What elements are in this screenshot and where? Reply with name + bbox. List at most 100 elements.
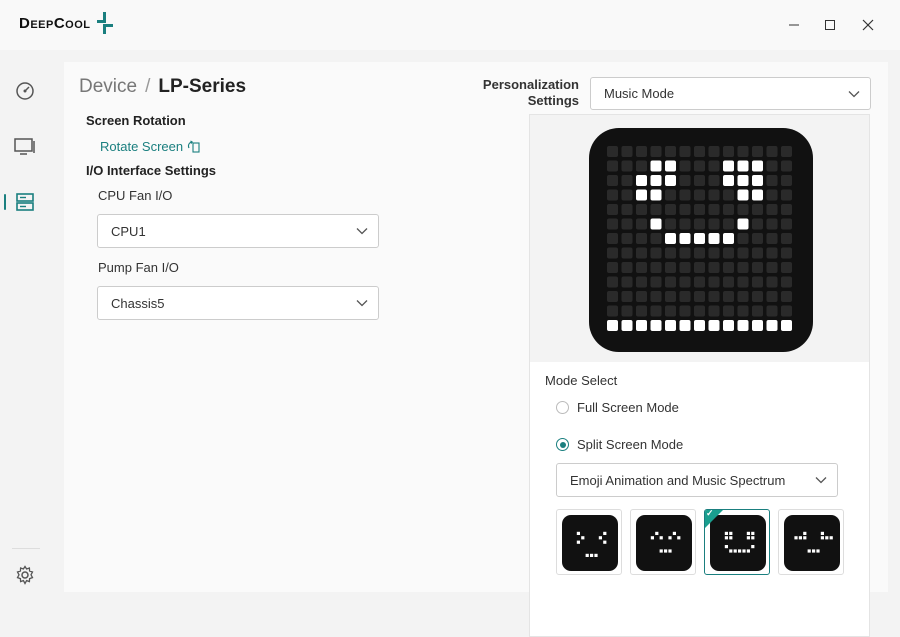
led-pixel-off xyxy=(694,247,705,259)
radio-button[interactable] xyxy=(556,401,569,414)
led-pixel-off xyxy=(694,291,705,302)
led-pixel-on xyxy=(665,233,676,244)
led-pixel-off xyxy=(737,247,749,259)
led-pixel-off xyxy=(650,291,662,302)
mini-led-pixel xyxy=(655,531,659,535)
led-pixel-off xyxy=(766,247,778,259)
led-pixel-on xyxy=(723,160,734,172)
maximize-icon xyxy=(825,20,835,30)
breadcrumb: Device / LP-Series xyxy=(79,76,246,98)
led-pixel-off xyxy=(679,305,691,317)
led-pixel-off xyxy=(607,291,618,302)
led-pixel-off xyxy=(607,175,618,186)
cpu-fan-label: CPU Fan I/O xyxy=(98,188,173,203)
led-pixel-off xyxy=(636,262,647,273)
emoji-thumbnail-neutral[interactable] xyxy=(778,509,844,575)
full-screen-mode-label: Full Screen Mode xyxy=(577,400,679,415)
led-pixel-off xyxy=(708,218,720,230)
led-pixel-off xyxy=(607,262,618,273)
preview-card: Mode Select Full Screen Mode Split Scree… xyxy=(529,114,870,637)
mini-led-pixel xyxy=(812,549,816,553)
led-pixel-on xyxy=(607,320,618,331)
led-pixel-on xyxy=(665,160,676,172)
led-pixel-off xyxy=(766,160,778,172)
led-pixel-off xyxy=(694,146,705,157)
maximize-button[interactable] xyxy=(820,15,840,35)
led-pixel-off xyxy=(781,305,792,317)
led-pixel-off xyxy=(621,189,633,201)
led-pixel-on xyxy=(621,320,633,331)
led-pixel-off xyxy=(636,247,647,259)
rotate-screen-link[interactable]: Rotate Screen xyxy=(100,139,201,154)
led-pixel-off xyxy=(766,189,778,201)
led-pixel-off xyxy=(752,262,763,273)
rotate-screen-label: Rotate Screen xyxy=(100,139,184,154)
close-button[interactable] xyxy=(858,15,878,35)
led-pixel-off xyxy=(723,247,734,259)
mini-led-pixel xyxy=(738,549,742,553)
led-pixel-off xyxy=(621,175,633,186)
led-pixel-off xyxy=(723,305,734,317)
led-pixel-on xyxy=(636,175,647,186)
mini-led-pixel xyxy=(829,536,833,540)
cpu-fan-select[interactable]: CPU1 xyxy=(97,214,379,248)
breadcrumb-parent[interactable]: Device xyxy=(79,76,137,98)
emoji-thumbnail-smile[interactable]: ✓ xyxy=(704,509,770,575)
led-pixel-off xyxy=(621,247,633,259)
mini-led-pixel xyxy=(664,549,668,553)
led-pixel-off xyxy=(723,204,734,215)
led-pixel-off xyxy=(650,276,662,288)
led-pixel-off xyxy=(708,175,720,186)
led-pixel-off xyxy=(607,189,618,201)
led-pixel-off xyxy=(621,204,633,215)
mini-led-pixel xyxy=(581,536,585,540)
led-pixel-off xyxy=(781,146,792,157)
led-pixel-off xyxy=(781,175,792,186)
full-screen-mode-radio[interactable]: Full Screen Mode xyxy=(556,400,679,415)
emoji-thumbnail-happy[interactable] xyxy=(630,509,696,575)
close-icon xyxy=(862,19,874,31)
led-pixel-off xyxy=(723,291,734,302)
led-pixel-off xyxy=(607,204,618,215)
mini-led-pixel xyxy=(746,536,750,540)
personalization-select[interactable]: Music Mode xyxy=(590,77,871,110)
led-pixel-off xyxy=(665,276,676,288)
led-pixel-off xyxy=(752,276,763,288)
mini-led-pixel xyxy=(603,540,607,544)
pump-fan-select[interactable]: Chassis5 xyxy=(97,286,379,320)
screen-rotation-title: Screen Rotation xyxy=(86,113,186,128)
led-pixel-off xyxy=(665,218,676,230)
split-mode-value: Emoji Animation and Music Spectrum xyxy=(570,472,786,488)
split-screen-mode-radio[interactable]: Split Screen Mode xyxy=(556,437,683,452)
led-pixel-off xyxy=(650,262,662,273)
led-pixel-off xyxy=(752,218,763,230)
led-pixel-off xyxy=(679,146,691,157)
led-pixel-off xyxy=(781,204,792,215)
led-pixel-off xyxy=(607,276,618,288)
personalization-label: Personalization Settings xyxy=(476,77,579,109)
cpu-fan-value: CPU1 xyxy=(111,223,146,239)
sidebar-item-dashboard[interactable] xyxy=(12,78,38,104)
minimize-button[interactable] xyxy=(784,15,804,35)
split-mode-select[interactable]: Emoji Animation and Music Spectrum xyxy=(556,463,838,497)
monitor-icon xyxy=(14,138,35,155)
sidebar-item-devices[interactable] xyxy=(12,189,38,215)
led-pixel-off xyxy=(708,262,720,273)
mini-led-pixel xyxy=(742,549,746,553)
led-pixel-off xyxy=(766,175,778,186)
led-pixel-off xyxy=(636,160,647,172)
led-pixel-off xyxy=(737,204,749,215)
led-pixel-off xyxy=(650,204,662,215)
radio-button-selected[interactable] xyxy=(556,438,569,451)
led-pixel-off xyxy=(621,146,633,157)
led-pixel-off xyxy=(621,305,633,317)
emoji-thumbnail-squint[interactable] xyxy=(556,509,622,575)
mini-led-pixel xyxy=(598,536,602,540)
settings-button[interactable] xyxy=(12,562,38,588)
sidebar-item-monitor[interactable] xyxy=(12,134,38,160)
mini-led-pixel xyxy=(733,549,737,553)
mini-led-pixel xyxy=(803,531,807,535)
led-pixel-off xyxy=(665,189,676,201)
pump-fan-value: Chassis5 xyxy=(111,295,165,311)
led-pixel-off xyxy=(708,189,720,201)
